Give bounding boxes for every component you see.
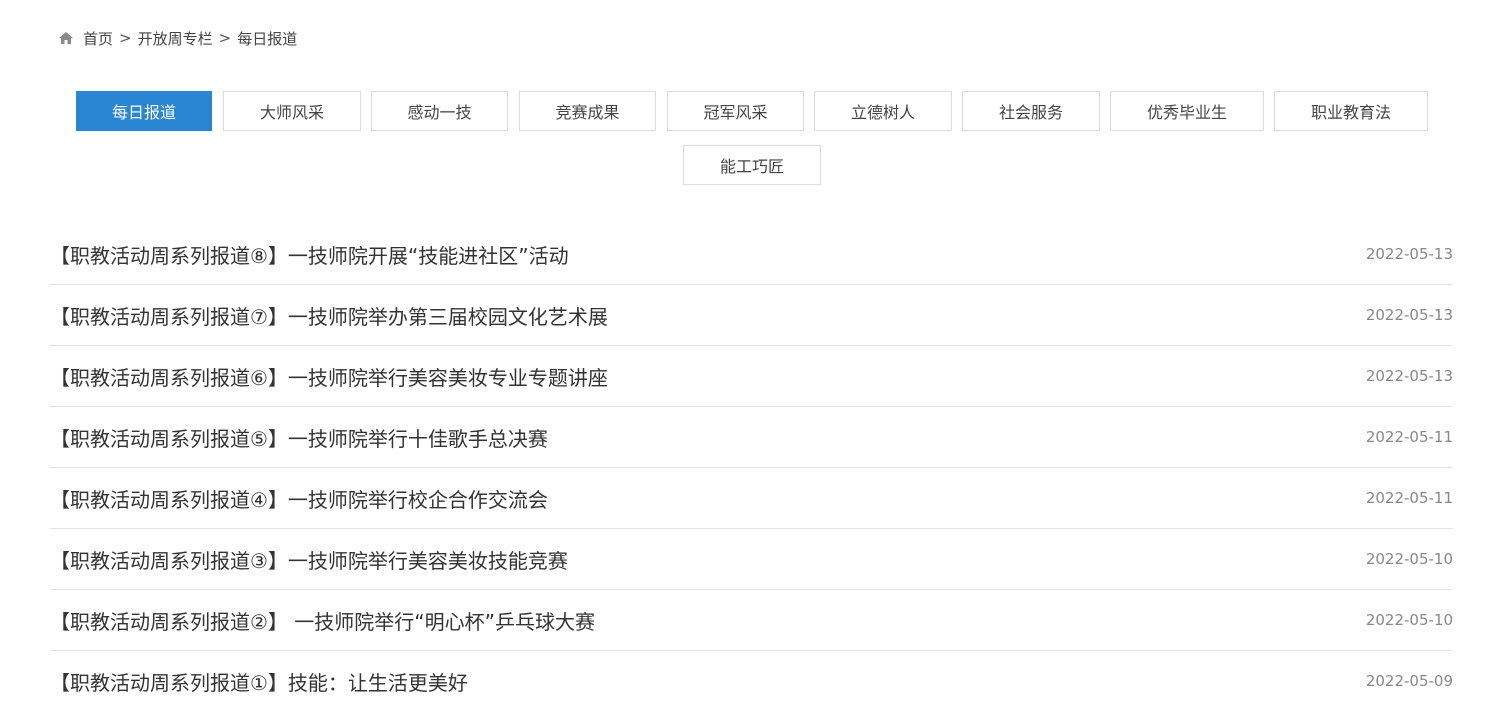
news-title[interactable]: 【职教活动周系列报道⑦】一技师院举办第三届校园文化艺术展 [50, 301, 608, 330]
tab-touching-stories[interactable]: 感动一技 [371, 91, 508, 131]
news-date: 2022-05-13 [1365, 306, 1453, 324]
tab-moral-education[interactable]: 立德树人 [814, 91, 952, 131]
list-item[interactable]: 【职教活动周系列报道⑦】一技师院举办第三届校园文化艺术展 2022-05-13 [50, 285, 1453, 346]
news-title[interactable]: 【职教活动周系列报道⑤】一技师院举行十佳歌手总决赛 [50, 423, 548, 452]
list-item[interactable]: 【职教活动周系列报道②】 一技师院举行“明心杯”乒乓球大赛 2022-05-10 [50, 590, 1453, 651]
home-icon [58, 31, 74, 45]
news-date: 2022-05-10 [1365, 550, 1453, 568]
tab-champion-style[interactable]: 冠军风采 [667, 91, 804, 131]
news-date: 2022-05-10 [1365, 611, 1453, 629]
news-title[interactable]: 【职教活动周系列报道⑧】一技师院开展“技能进社区”活动 [50, 240, 569, 269]
tab-daily-report[interactable]: 每日报道 [76, 91, 212, 131]
list-item[interactable]: 【职教活动周系列报道①】技能：让生活更美好 2022-05-09 [50, 651, 1453, 710]
page: 首页 > 开放周专栏 > 每日报道 每日报道 大师风采 感动一技 竞赛成果 冠军… [0, 0, 1500, 710]
news-title[interactable]: 【职教活动周系列报道③】一技师院举行美容美妆技能竞赛 [50, 545, 568, 574]
list-item[interactable]: 【职教活动周系列报道⑧】一技师院开展“技能进社区”活动 2022-05-13 [50, 224, 1453, 285]
news-date: 2022-05-13 [1365, 367, 1453, 385]
list-item[interactable]: 【职教活动周系列报道⑥】一技师院举行美容美妆专业专题讲座 2022-05-13 [50, 346, 1453, 407]
list-item[interactable]: 【职教活动周系列报道⑤】一技师院举行十佳歌手总决赛 2022-05-11 [50, 407, 1453, 468]
tab-outstanding-graduates[interactable]: 优秀毕业生 [1110, 91, 1264, 131]
news-date: 2022-05-11 [1365, 428, 1453, 446]
list-item[interactable]: 【职教活动周系列报道④】一技师院举行校企合作交流会 2022-05-11 [50, 468, 1453, 529]
news-date: 2022-05-11 [1365, 489, 1453, 507]
breadcrumb-separator: > [119, 29, 132, 47]
tab-master-style[interactable]: 大师风采 [223, 91, 361, 131]
news-title[interactable]: 【职教活动周系列报道⑥】一技师院举行美容美妆专业专题讲座 [50, 362, 608, 391]
breadcrumb-separator: > [218, 29, 232, 47]
tab-social-service[interactable]: 社会服务 [962, 91, 1100, 131]
news-list: 【职教活动周系列报道⑧】一技师院开展“技能进社区”活动 2022-05-13 【… [50, 224, 1453, 710]
news-title[interactable]: 【职教活动周系列报道④】一技师院举行校企合作交流会 [50, 484, 548, 513]
news-date: 2022-05-13 [1365, 245, 1453, 263]
tab-competition-results[interactable]: 竞赛成果 [519, 91, 656, 131]
news-title[interactable]: 【职教活动周系列报道①】技能：让生活更美好 [50, 667, 468, 696]
tab-skilled-craftsmen[interactable]: 能工巧匠 [683, 145, 821, 185]
breadcrumb-current: 每日报道 [237, 29, 298, 48]
news-title[interactable]: 【职教活动周系列报道②】 一技师院举行“明心杯”乒乓球大赛 [50, 606, 595, 635]
list-item[interactable]: 【职教活动周系列报道③】一技师院举行美容美妆技能竞赛 2022-05-10 [50, 529, 1453, 590]
breadcrumb-home-link[interactable]: 首页 [83, 28, 113, 49]
tab-vocational-education-law[interactable]: 职业教育法 [1274, 91, 1428, 131]
breadcrumb-open-week-link[interactable]: 开放周专栏 [138, 28, 213, 49]
breadcrumb: 首页 > 开放周专栏 > 每日报道 [58, 26, 297, 50]
news-date: 2022-05-09 [1365, 672, 1453, 690]
